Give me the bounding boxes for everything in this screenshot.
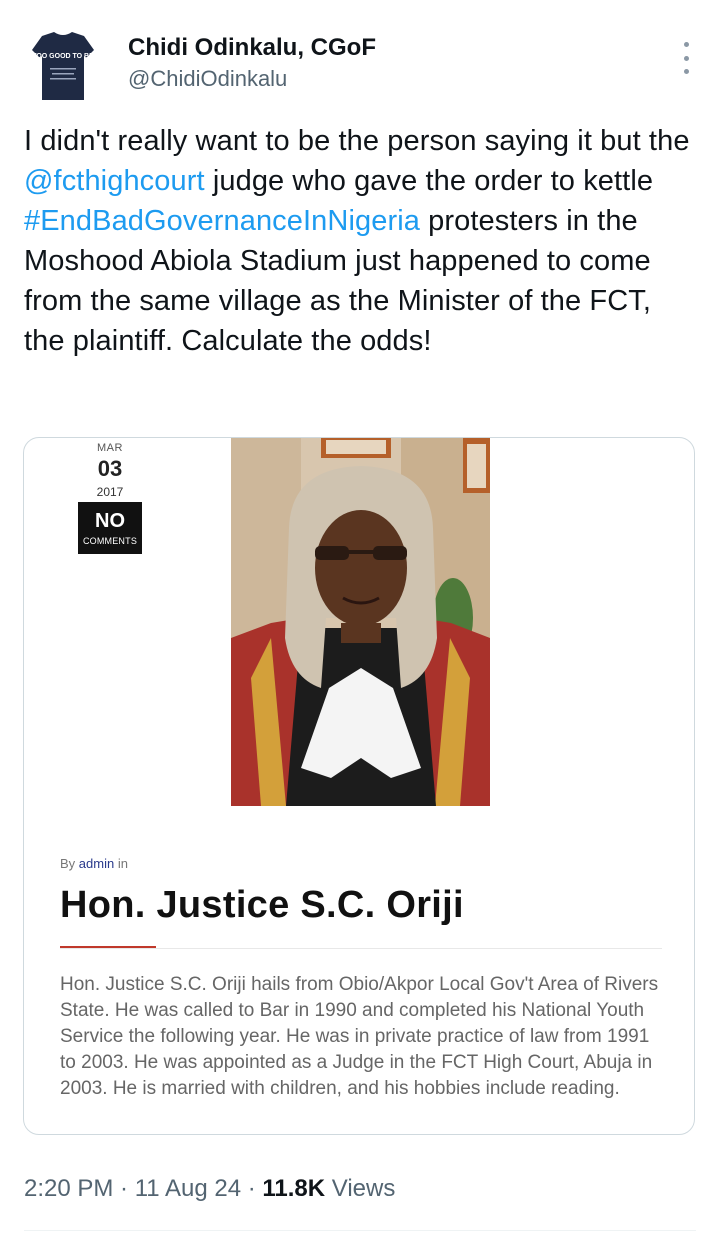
- views-label: Views: [331, 1175, 396, 1202]
- tweet-text: I didn't really want to be the person sa…: [24, 121, 696, 361]
- avatar-shirt-text: TOO GOOD TO BE: [32, 53, 94, 60]
- post-byline: By admin in: [60, 856, 128, 871]
- author-name[interactable]: Chidi Odinkalu, CGoF: [128, 34, 376, 62]
- author-handle[interactable]: @ChidiOdinkalu: [128, 66, 287, 92]
- meta-separator: ·: [241, 1175, 263, 1202]
- mention-link[interactable]: @fcthighcourt: [24, 165, 205, 197]
- media-card[interactable]: MAR 03 2017 NO COMMENTS By admin in Hon.…: [23, 437, 695, 1135]
- author-avatar[interactable]: TOO GOOD TO BE: [28, 28, 98, 100]
- comments-label: COMMENTS: [82, 536, 138, 546]
- title-accent-bar: [60, 946, 156, 948]
- article-body: Hon. Justice S.C. Oriji hails from Obio/…: [60, 974, 659, 1099]
- article-title: Hon. Justice S.C. Oriji: [60, 884, 464, 926]
- post-date-day: 03: [97, 456, 123, 481]
- tweet-header: TOO GOOD TO BE Chidi Odinkalu, CGoF @Chi…: [24, 22, 696, 106]
- post-date-year: 2017: [96, 485, 124, 499]
- comments-count: NO: [95, 510, 125, 532]
- meta-separator: ·: [113, 1175, 135, 1202]
- tweet-text-part: judge who gave the order to kettle: [204, 165, 654, 197]
- tweet-meta: 2:20 PM · 11 Aug 24 · 11.8K Views: [24, 1175, 395, 1203]
- byline-suffix: in: [117, 856, 128, 871]
- post-date-month: MAR: [97, 442, 123, 454]
- byline-author-link[interactable]: admin: [79, 856, 114, 871]
- byline-prefix: By: [60, 856, 76, 871]
- post-date: MAR 03 2017: [78, 442, 142, 499]
- hashtag-link[interactable]: #EndBadGovernanceInNigeria: [24, 205, 420, 237]
- title-divider: [60, 948, 662, 949]
- tweet-time[interactable]: 2:20 PM: [24, 1175, 113, 1202]
- tweet-date[interactable]: 11 Aug 24: [135, 1175, 241, 1202]
- views-count: 11.8K: [262, 1175, 326, 1202]
- tweet-text-part: I didn't really want to be the person sa…: [24, 125, 690, 157]
- judge-portrait-image: [231, 438, 490, 806]
- comments-badge: NO COMMENTS: [78, 502, 142, 554]
- bottom-divider: [24, 1230, 696, 1231]
- more-options-icon[interactable]: [682, 42, 690, 74]
